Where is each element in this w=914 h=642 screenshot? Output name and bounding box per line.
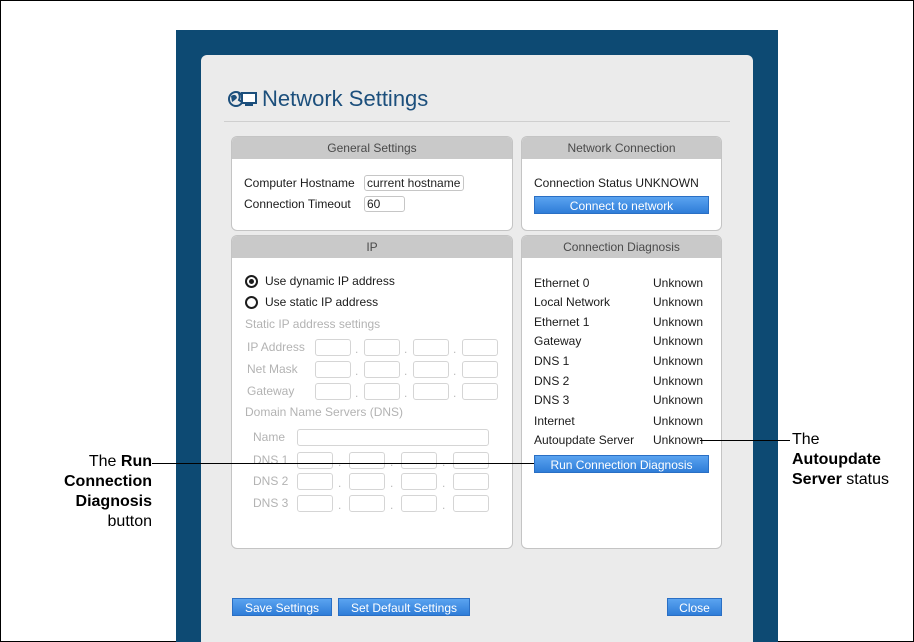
diag-name: Local Network <box>534 295 611 309</box>
dns2-label: DNS 2 <box>253 474 289 488</box>
callout-run-diagnosis: The Run Connection Diagnosis button <box>48 452 152 532</box>
dns1-octet-1[interactable] <box>297 452 333 469</box>
callout-right-leader-line <box>700 440 790 441</box>
diag-name: DNS 2 <box>534 374 570 388</box>
callout-right-pre: The <box>792 431 820 448</box>
dns1-octet-2[interactable] <box>349 452 385 469</box>
dns-section-label: Domain Name Servers (DNS) <box>245 405 404 419</box>
dynamic-ip-label: Use dynamic IP address <box>265 274 395 288</box>
mask-octet-2[interactable] <box>364 361 400 378</box>
diag-status: Unknown <box>653 315 704 329</box>
dns1-octet-4[interactable] <box>453 452 489 469</box>
diag-name: Ethernet 1 <box>534 315 590 329</box>
diag-status: Unknown <box>653 276 704 290</box>
callout-left-leader-line <box>152 463 534 464</box>
diag-name: Autoupdate Server <box>534 433 635 447</box>
ip-octet-1[interactable] <box>315 339 351 356</box>
connection-status: Connection Status UNKNOWN <box>534 176 699 190</box>
diag-name: Internet <box>534 414 575 428</box>
title-text: Network Settings <box>262 86 429 111</box>
save-settings-button[interactable]: Save Settings <box>232 598 332 616</box>
ip-address-label: IP Address <box>247 340 305 354</box>
callout-autoupdate-status: The Autoupdate Server status <box>792 430 914 490</box>
callout-right-post: status <box>846 471 889 488</box>
timeout-input[interactable] <box>364 196 405 212</box>
dns3-octet-4[interactable] <box>453 495 489 512</box>
static-settings-label: Static IP address settings <box>245 317 381 331</box>
dns-name-label: Name <box>253 430 286 444</box>
callout-left-post: button <box>107 513 152 530</box>
diag-name: Ethernet 0 <box>534 276 590 290</box>
run-connection-diagnosis-button[interactable]: Run Connection Diagnosis <box>534 455 709 473</box>
dns2-octet-4[interactable] <box>453 473 489 490</box>
dns3-label: DNS 3 <box>253 496 289 510</box>
diag-status: Unknown <box>653 354 704 368</box>
gateway-octet-3[interactable] <box>413 383 449 400</box>
dns2-octet-1[interactable] <box>297 473 333 490</box>
set-default-settings-button[interactable]: Set Default Settings <box>338 598 470 616</box>
network-connection-header: Network Connection <box>522 137 721 159</box>
gateway-label: Gateway <box>247 384 295 398</box>
dns-name-input[interactable] <box>297 429 489 446</box>
dns3-octet-3[interactable] <box>401 495 437 512</box>
hostname-input[interactable] <box>364 175 464 191</box>
gateway-octet-4[interactable] <box>462 383 498 400</box>
callout-right-bold2: Server <box>792 471 842 488</box>
diag-status: Unknown <box>653 374 704 388</box>
connection-diagnosis-header: Connection Diagnosis <box>522 236 721 258</box>
callout-left-bold1: Run <box>120 453 152 470</box>
diag-name: DNS 1 <box>534 354 570 368</box>
diag-status: Unknown <box>653 295 704 309</box>
hostname-label: Computer Hostname <box>244 176 355 190</box>
connection-status-label: Connection Status <box>534 176 633 190</box>
dynamic-ip-radio[interactable] <box>245 275 258 288</box>
dns3-octet-1[interactable] <box>297 495 333 512</box>
callout-right-bold1: Autoupdate <box>792 451 881 468</box>
mask-octet-4[interactable] <box>462 361 498 378</box>
gateway-octet-2[interactable] <box>364 383 400 400</box>
dns2-octet-3[interactable] <box>401 473 437 490</box>
gateway-octet-1[interactable] <box>315 383 351 400</box>
timeout-label: Connection Timeout <box>244 197 351 211</box>
dns1-octet-3[interactable] <box>401 452 437 469</box>
mask-octet-3[interactable] <box>413 361 449 378</box>
dns1-label: DNS 1 <box>253 453 289 467</box>
close-button[interactable]: Close <box>667 598 722 616</box>
ip-octet-4[interactable] <box>462 339 498 356</box>
diag-status: Unknown <box>653 334 704 348</box>
static-ip-radio[interactable] <box>245 296 258 309</box>
diag-name: DNS 3 <box>534 393 570 407</box>
diag-name: Gateway <box>534 334 582 348</box>
diag-status: Unknown <box>653 433 704 447</box>
ip-octet-3[interactable] <box>413 339 449 356</box>
network-globe-monitor-icon <box>228 89 258 115</box>
dns3-octet-2[interactable] <box>349 495 385 512</box>
static-ip-label: Use static IP address <box>265 295 379 309</box>
dns2-octet-2[interactable] <box>349 473 385 490</box>
callout-left-bold3: Diagnosis <box>75 493 152 510</box>
connect-to-network-button[interactable]: Connect to network <box>534 196 709 214</box>
diag-status: Unknown <box>653 414 704 428</box>
net-mask-label: Net Mask <box>247 362 298 376</box>
general-settings-header: General Settings <box>232 137 512 159</box>
mask-octet-1[interactable] <box>315 361 351 378</box>
callout-left-pre: The <box>88 453 117 470</box>
ip-octet-2[interactable] <box>364 339 400 356</box>
ip-header: IP <box>232 236 512 258</box>
callout-left-bold2: Connection <box>64 473 152 490</box>
connection-status-value: UNKNOWN <box>635 176 699 190</box>
title-divider <box>224 121 730 122</box>
diag-status: Unknown <box>653 393 704 407</box>
page-title: Network Settings <box>228 86 428 115</box>
